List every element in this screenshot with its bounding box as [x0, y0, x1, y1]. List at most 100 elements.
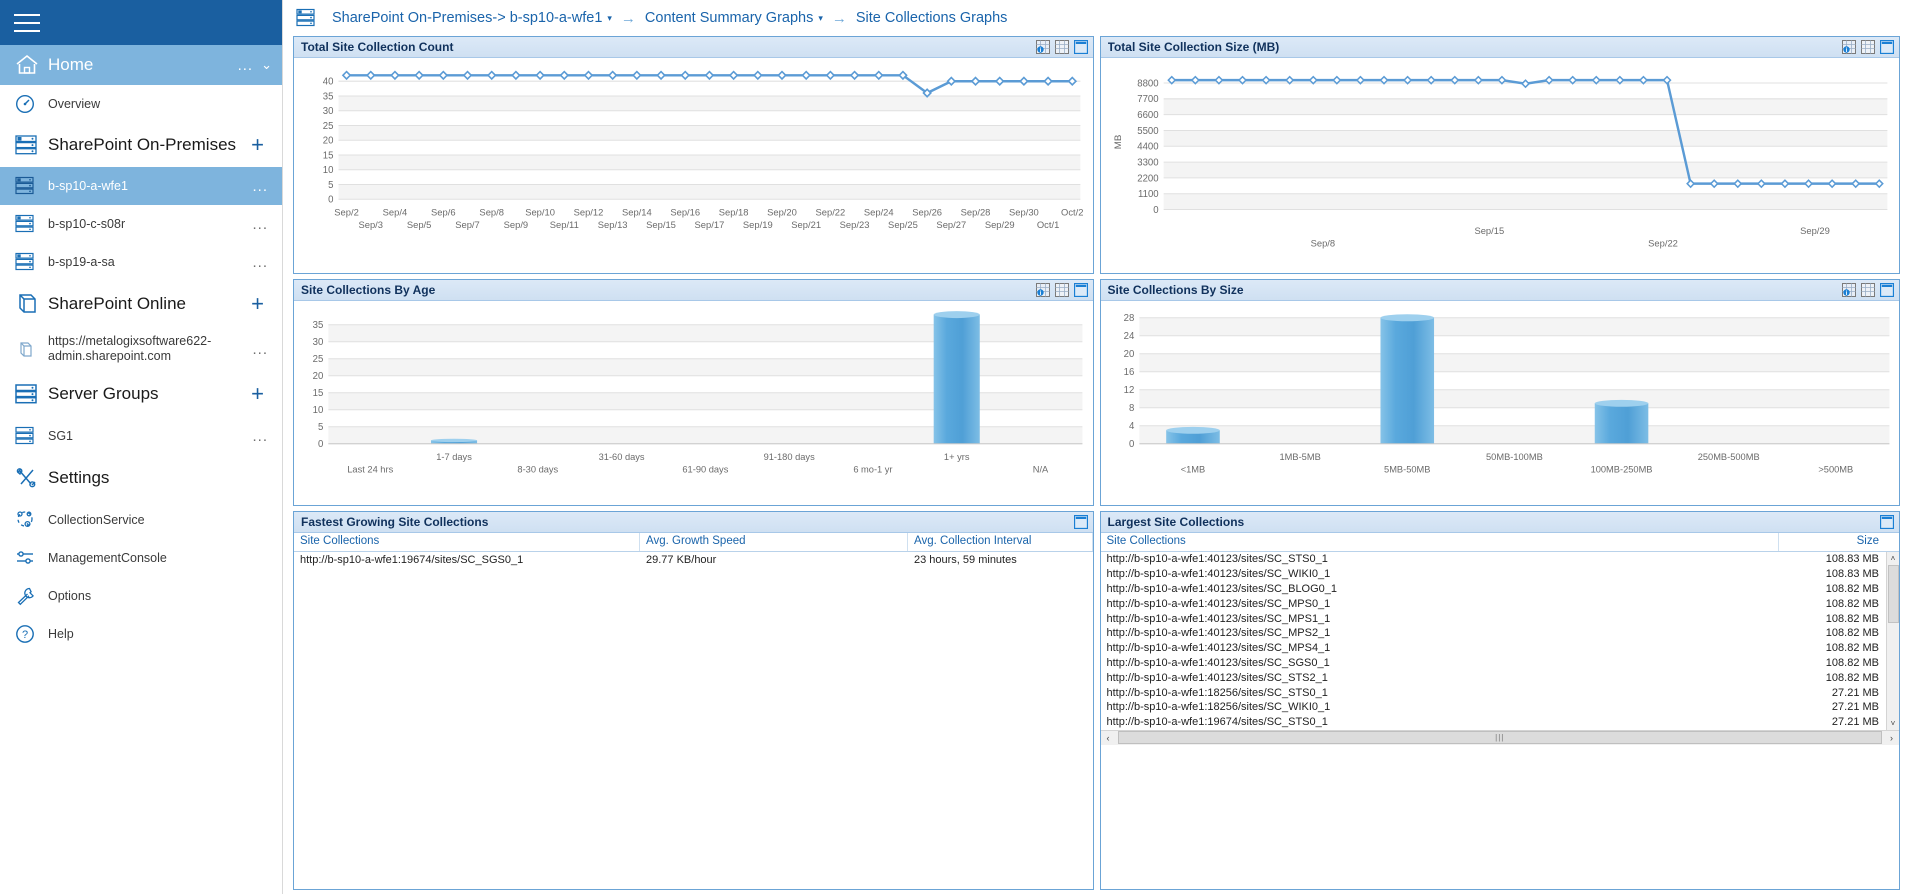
sidebar-item-b-sp19-a-sa[interactable]: b-sp19-a-sa ...: [0, 243, 282, 281]
table-row[interactable]: http://b-sp10-a-wfe1:40123/sites/SC_MPS1…: [1101, 611, 1886, 626]
chevron-down-icon[interactable]: ⌄: [257, 57, 272, 73]
chart-data-icon[interactable]: i: [1842, 283, 1856, 297]
scroll-left-button[interactable]: ‹: [1101, 731, 1116, 745]
column-header-size[interactable]: Size: [1779, 533, 1899, 551]
svg-text:Sep/2: Sep/2: [334, 208, 359, 219]
table-row[interactable]: http://b-sp10-a-wfe1:40123/sites/SC_SGS0…: [1101, 656, 1886, 671]
svg-text:Sep/26: Sep/26: [912, 208, 942, 219]
sidebar-item-help[interactable]: ? Help: [0, 615, 282, 653]
table-row[interactable]: http://b-sp10-a-wfe1:40123/sites/SC_WIKI…: [1101, 567, 1886, 582]
scroll-track[interactable]: [1887, 565, 1900, 717]
column-header-avg-growth-speed[interactable]: Avg. Growth Speed: [640, 533, 908, 551]
table-body: http://b-sp10-a-wfe1:40123/sites/SC_STS0…: [1101, 552, 1900, 730]
svg-text:Sep/11: Sep/11: [550, 220, 579, 231]
chart-total-site-collection-count[interactable]: 0510152025303540Sep/2Sep/3Sep/4Sep/5Sep/…: [294, 58, 1093, 273]
table-row[interactable]: http://b-sp10-a-wfe1:40123/sites/SC_MPS2…: [1101, 626, 1886, 641]
scroll-track-horizontal[interactable]: |||: [1116, 731, 1885, 744]
sidebar-item-menu[interactable]: ...: [248, 428, 272, 445]
svg-text:2200: 2200: [1137, 173, 1158, 184]
vertical-scrollbar[interactable]: ˄ ˅: [1886, 552, 1899, 730]
sidebar-item-menu[interactable]: ...: [248, 178, 272, 195]
table-row[interactable]: http://b-sp10-a-wfe1:18256/sites/SC_STS0…: [1101, 685, 1886, 700]
scroll-thumb-horizontal[interactable]: |||: [1118, 731, 1883, 744]
sidebar-item-menu[interactable]: ...: [234, 57, 258, 74]
sidebar-item-b-sp10-a-wfe1[interactable]: b-sp10-a-wfe1 ...: [0, 167, 282, 205]
breadcrumb-item-server[interactable]: SharePoint On-Premises-> b-sp10-a-wfe1 ▾: [332, 10, 612, 26]
svg-text:20: 20: [323, 136, 334, 147]
maximize-icon[interactable]: [1880, 283, 1894, 297]
sidebar-item-sg1[interactable]: SG1 ...: [0, 417, 282, 455]
table-row[interactable]: http://b-sp10-a-wfe1:40123/sites/SC_MPS4…: [1101, 641, 1886, 656]
table-cell-size: 108.82 MB: [1775, 672, 1885, 684]
table-row[interactable]: http://b-sp10-a-wfe1:19674/sites/SC_SGS0…: [294, 552, 1093, 568]
hamburger-icon[interactable]: [14, 14, 40, 32]
table-largest: Site Collections Size http://b-sp10-a-wf…: [1101, 533, 1900, 889]
scroll-thumb[interactable]: [1888, 565, 1899, 623]
sidebar-item-b-sp10-c-s08r[interactable]: b-sp10-c-s08r ...: [0, 205, 282, 243]
svg-text:16: 16: [1123, 367, 1134, 378]
chart-data-icon[interactable]: i: [1842, 40, 1856, 54]
svg-text:1-7 days: 1-7 days: [436, 452, 472, 462]
sidebar-item-home[interactable]: Home ... ⌄: [0, 45, 282, 85]
table-row[interactable]: http://b-sp10-a-wfe1:40123/sites/SC_STS2…: [1101, 670, 1886, 685]
grid-icon[interactable]: [1861, 40, 1875, 54]
sidebar-item-menu[interactable]: ...: [248, 254, 272, 271]
sidebar-item-sharepoint-online-tenant[interactable]: https://metalogixsoftware622-admin.share…: [0, 327, 282, 371]
chart-data-icon[interactable]: i: [1036, 283, 1050, 297]
chevron-down-icon[interactable]: ▾: [607, 13, 612, 24]
chart-site-collections-by-age[interactable]: 05101520253035Last 24 hrs1-7 days8-30 da…: [294, 301, 1093, 505]
table-cell-size: 108.83 MB: [1775, 568, 1885, 580]
sidebar-item-settings[interactable]: Settings: [0, 455, 282, 501]
add-sharepoint-onprem-button[interactable]: +: [243, 134, 272, 156]
svg-text:Sep/19: Sep/19: [743, 220, 773, 231]
sidebar-item-sharepoint-on-premises[interactable]: SharePoint On-Premises +: [0, 123, 282, 167]
chart-data-icon[interactable]: i: [1036, 40, 1050, 54]
table-row[interactable]: http://b-sp10-a-wfe1:40123/sites/SC_MPS0…: [1101, 596, 1886, 611]
table-row[interactable]: http://b-sp10-a-wfe1:40123/sites/SC_BLOG…: [1101, 582, 1886, 597]
sidebar-item-menu[interactable]: ...: [248, 216, 272, 233]
scroll-up-button[interactable]: ˄: [1887, 552, 1900, 565]
chevron-down-icon[interactable]: ▾: [818, 13, 823, 24]
maximize-icon[interactable]: [1880, 40, 1894, 54]
maximize-icon[interactable]: [1074, 283, 1088, 297]
grid-icon[interactable]: [1861, 283, 1875, 297]
svg-text:24: 24: [1123, 331, 1134, 342]
svg-text:5: 5: [318, 422, 323, 433]
sidebar-item-managementconsole[interactable]: ManagementConsole: [0, 539, 282, 577]
maximize-icon[interactable]: [1074, 515, 1088, 529]
sidebar-item-sharepoint-online[interactable]: SharePoint Online +: [0, 281, 282, 327]
table-row[interactable]: http://b-sp10-a-wfe1:19674/sites/SC_STS0…: [1101, 715, 1886, 730]
grid-icon[interactable]: [1055, 283, 1069, 297]
sidebar-item-overview[interactable]: Overview: [0, 85, 282, 123]
add-sharepoint-online-button[interactable]: +: [243, 293, 272, 315]
svg-text:Sep/29: Sep/29: [1800, 226, 1830, 237]
sidebar-item-menu[interactable]: ...: [248, 341, 272, 358]
chart-total-site-collection-size[interactable]: 011002200330044005500660077008800MBSep/8…: [1101, 58, 1900, 273]
grid-icon[interactable]: [1055, 40, 1069, 54]
scroll-right-button[interactable]: ›: [1884, 731, 1899, 745]
table-cell-site-collection: http://b-sp10-a-wfe1:40123/sites/SC_MPS0…: [1101, 598, 1776, 610]
panel-header: Site Collections By Age i: [294, 280, 1093, 301]
maximize-icon[interactable]: [1074, 40, 1088, 54]
svg-text:1100: 1100: [1137, 189, 1158, 200]
maximize-icon[interactable]: [1880, 515, 1894, 529]
table-cell: 23 hours, 59 minutes: [908, 554, 1093, 566]
breadcrumb-item-content-summary-graphs[interactable]: Content Summary Graphs ▾: [645, 10, 823, 26]
column-header-site-collections[interactable]: Site Collections: [1101, 533, 1780, 551]
sidebar-item-label: Home: [48, 55, 234, 75]
scroll-down-button[interactable]: ˅: [1887, 717, 1900, 730]
chart-site-collections-by-size[interactable]: 0481216202428<1MB1MB-5MB5MB-50MB50MB-100…: [1101, 301, 1900, 505]
table-row[interactable]: http://b-sp10-a-wfe1:40123/sites/SC_STS0…: [1101, 552, 1886, 567]
column-header-avg-collection-interval[interactable]: Avg. Collection Interval: [908, 533, 1093, 551]
svg-text:Sep/21: Sep/21: [791, 220, 821, 231]
breadcrumb-item-site-collections-graphs[interactable]: Site Collections Graphs: [856, 10, 1008, 26]
column-header-site-collections[interactable]: Site Collections: [294, 533, 640, 551]
horizontal-scrollbar[interactable]: ‹ ||| ›: [1101, 730, 1900, 745]
add-server-group-button[interactable]: +: [243, 383, 272, 405]
table-row[interactable]: http://b-sp10-a-wfe1:18256/sites/SC_WIKI…: [1101, 700, 1886, 715]
sidebar-item-server-groups[interactable]: Server Groups +: [0, 371, 282, 417]
sidebar-item-options[interactable]: Options: [0, 577, 282, 615]
sidebar-item-collectionservice[interactable]: CollectionService: [0, 501, 282, 539]
tools-icon: [14, 465, 48, 491]
panel-header: Site Collections By Size i: [1101, 280, 1900, 301]
